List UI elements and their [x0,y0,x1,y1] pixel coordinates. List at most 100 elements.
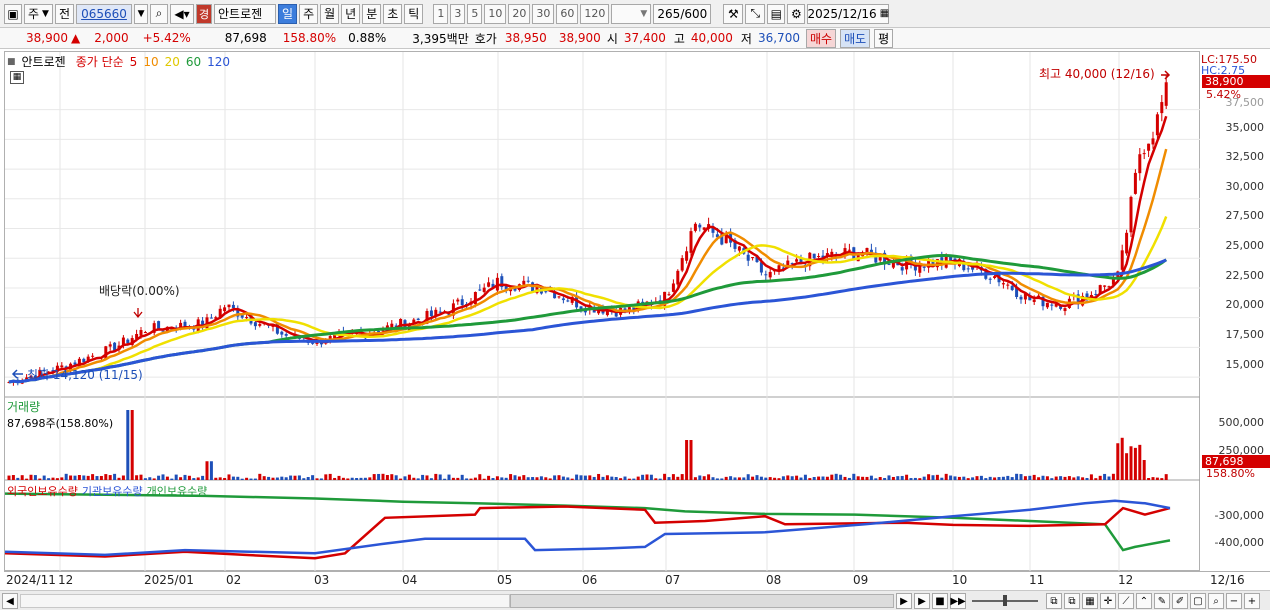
crosshair-icon[interactable]: ✛ [1100,593,1116,609]
settings-icon[interactable]: ⚙ [787,3,806,24]
count-5[interactable]: 5 [467,3,483,24]
brush-icon[interactable]: ✎ [1154,593,1170,609]
scroll-left-icon[interactable]: ◀ [2,593,18,609]
candle-body [1125,232,1129,254]
volume-bar [38,478,42,480]
ask-label: 호가 [474,31,497,46]
market-select[interactable]: 주 ▼ [24,3,53,24]
buy-button[interactable]: 매수 [805,28,837,48]
stop-icon[interactable]: ■ [932,593,948,609]
candle-body [693,223,697,231]
save-icon[interactable]: ▤ [767,3,786,24]
copy-icon[interactable]: ⧉ [1064,593,1080,609]
volume-bar [460,474,464,480]
volume-bar [139,474,143,480]
volume-bar [95,476,99,480]
mountain-icon[interactable]: ⌃ [1136,593,1152,609]
scrollbar[interactable] [20,594,510,608]
period-year[interactable]: 년 [341,3,361,24]
candle-body [209,317,213,319]
zoom-slider-handle[interactable] [1003,595,1007,606]
x-label: 2025/01 [144,573,194,587]
candle-body [830,251,834,255]
count-3[interactable]: 3 [450,3,466,24]
period-minute[interactable]: 분 [362,3,382,24]
candle-body [698,224,702,228]
layout-icon[interactable]: ⧉ [1046,593,1062,609]
volume-bar [579,475,583,480]
volume-bar [869,475,873,480]
count-20[interactable]: 20 [508,3,531,24]
chart-area[interactable]: ■ 안트로젠 종가 단순 5 10 20 60 120 ▦ 최고 40,000 … [4,51,1201,571]
candle-body [676,270,680,285]
line-tool-icon[interactable]: ⟋ [1118,593,1134,609]
period-day[interactable]: 일 [278,3,298,24]
candle-body [231,304,235,309]
minus-icon[interactable]: − [1226,593,1242,609]
candle-body [1103,285,1107,287]
y-tick-20000: 20,000 [1225,298,1265,311]
volume-bar [539,476,543,480]
volume-bar [487,475,491,480]
volume-bar [1151,477,1155,480]
prev-button[interactable]: 전 [54,3,75,24]
candle-body [667,294,671,296]
institution-legend: 기관보유수량 [81,485,143,498]
count-60[interactable]: 60 [556,3,579,24]
custom-count-select[interactable]: ▼ [611,3,652,24]
stock-code-input[interactable]: 065660 [76,3,133,24]
zoom-icon[interactable]: ⌕ [1208,593,1224,609]
grid-icon[interactable]: ▦ [1082,593,1098,609]
scroll-right-icon[interactable]: ▶ [896,593,912,609]
window-icon[interactable]: ▣ [4,3,22,24]
volume-value: 87,698 [224,31,267,45]
candle-body [887,263,891,265]
sell-button[interactable]: 매도 [840,28,871,48]
x-axis: 2024/11 12 2025/01 02 03 04 05 06 07 08 … [4,571,1270,589]
volume-bar [689,440,693,480]
chart-tools-icon[interactable]: ⚒ [723,3,744,24]
view-count-value: 265 [657,6,681,21]
view-count-field[interactable]: 265/600 [653,3,712,24]
volume-bar [77,475,81,480]
count-10[interactable]: 10 [484,3,507,24]
stock-name-field[interactable]: 안트로젠 [214,3,277,24]
period-month[interactable]: 월 [320,3,340,24]
plus-icon[interactable]: + [1244,593,1260,609]
volume-bar [451,477,455,480]
count-30[interactable]: 30 [532,3,555,24]
volume-bar [148,477,152,480]
volume-bar [1147,478,1151,480]
count-120[interactable]: 120 [580,3,610,24]
play-icon[interactable]: ▶ [914,593,930,609]
scrollbar-thumb[interactable] [510,594,894,608]
eval-button[interactable]: 평 [874,28,894,48]
speaker-icon[interactable]: ◀▾ [170,3,195,24]
volume-bar [337,475,341,480]
candle-body [157,321,161,329]
compare-icon[interactable]: ⤡ [745,3,766,24]
candle-body [900,267,904,271]
pen-icon[interactable]: ✐ [1172,593,1188,609]
count-1[interactable]: 1 [433,3,449,24]
candle-body [812,253,816,259]
code-dropdown-icon[interactable]: ▼ [134,3,149,24]
period-tick[interactable]: 틱 [404,3,424,24]
volume-bar [544,477,548,480]
period-second[interactable]: 초 [383,3,403,24]
high-label: 고 [673,31,685,46]
square-icon[interactable]: ▢ [1190,593,1206,609]
volume-bar [333,477,337,480]
volume-bar [1037,477,1041,480]
ma-5: 5 [129,54,138,69]
fast-forward-icon[interactable]: ▶▶ [950,593,966,609]
volume-bar [1116,443,1120,480]
volume-legend: 거래량 87,698주(158.80%) [7,398,113,431]
volume-bar [328,473,332,480]
volume-bar [1155,477,1159,480]
table-icon[interactable]: ▦ [10,71,24,84]
volume-bar [1067,476,1071,480]
date-field[interactable]: 2025/12/16 ▦ [807,3,890,24]
period-week[interactable]: 주 [299,3,319,24]
search-icon[interactable]: ⌕ [150,3,169,24]
